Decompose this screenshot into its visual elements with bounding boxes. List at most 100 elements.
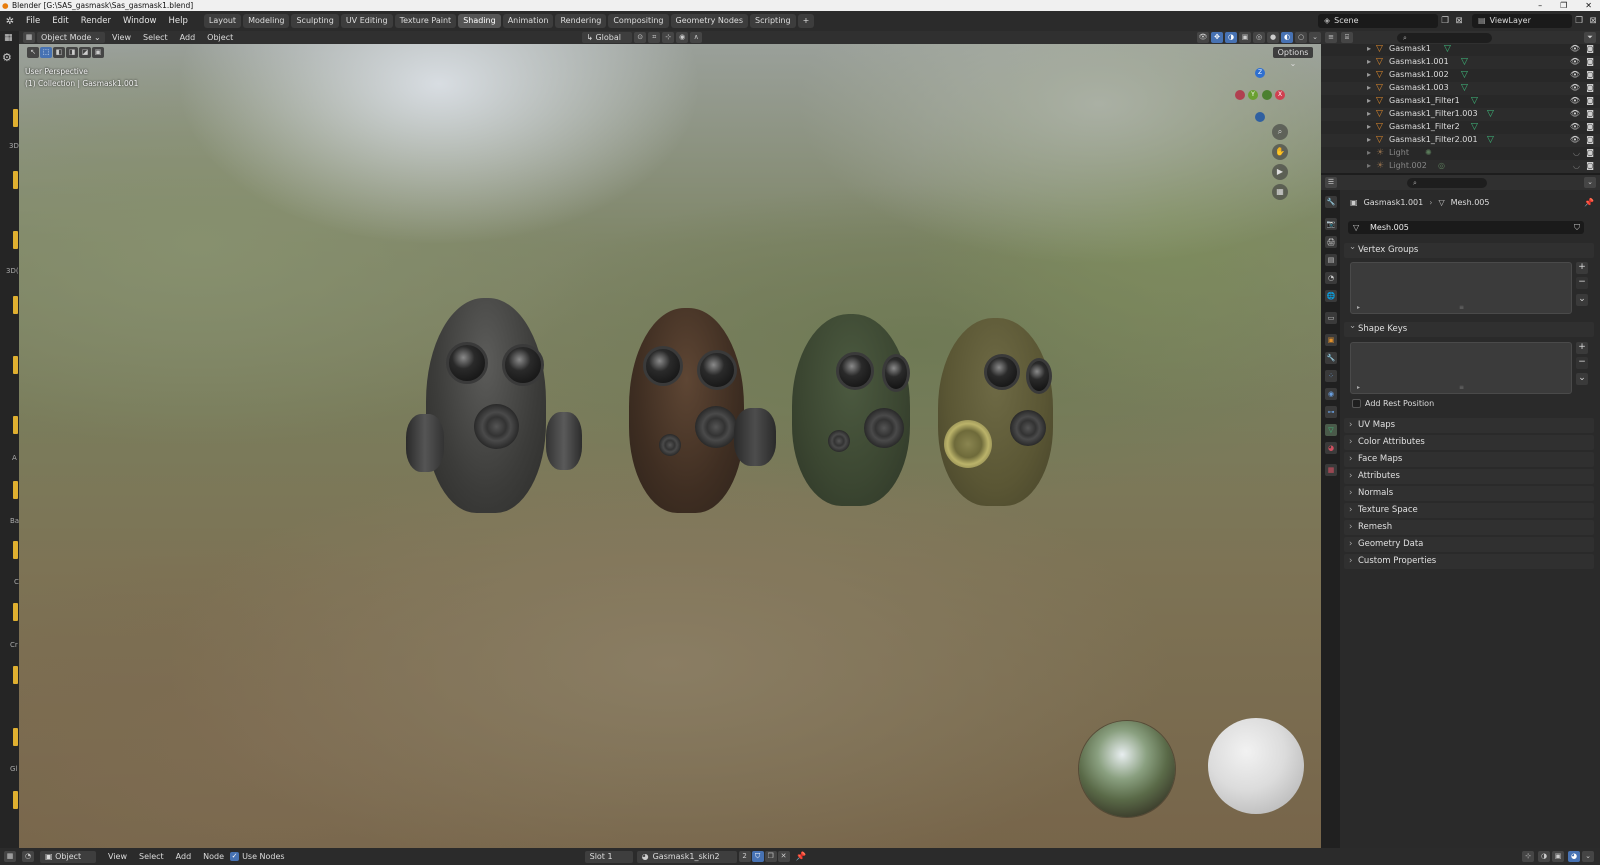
- filter-icon[interactable]: ⏷: [1584, 32, 1596, 43]
- properties-editor-type-icon[interactable]: ☰: [1325, 177, 1337, 188]
- minimize-button[interactable]: –: [1538, 0, 1542, 11]
- outliner-editor-type-icon[interactable]: ≡: [1325, 32, 1337, 43]
- shader-type-icon[interactable]: ◔: [22, 851, 34, 862]
- delete-scene-icon[interactable]: ⊠: [1452, 16, 1466, 26]
- fake-user-icon[interactable]: ⛉: [751, 851, 764, 862]
- delete-view-layer-icon[interactable]: ⊠: [1586, 16, 1600, 26]
- gizmo-x-axis[interactable]: X: [1275, 90, 1285, 100]
- node-options-icon[interactable]: ⌄: [1582, 851, 1594, 862]
- outliner-row[interactable]: ▸ ▽ Gasmask1_Filter1 ▽ 👁 ◙: [1321, 95, 1600, 108]
- eye-icon[interactable]: 👁: [1570, 95, 1580, 108]
- collection-tab-icon[interactable]: ▭: [1325, 312, 1337, 324]
- eye-icon[interactable]: 👁: [1570, 43, 1580, 56]
- properties-search-input[interactable]: ⌕: [1407, 177, 1487, 188]
- menu-help[interactable]: Help: [162, 11, 193, 31]
- eye-hidden-icon[interactable]: ◡: [1573, 147, 1580, 160]
- wireframe-shading-icon[interactable]: ◎: [1253, 32, 1265, 43]
- geometry-data-panel[interactable]: Geometry Data: [1344, 537, 1594, 552]
- outliner-row[interactable]: ▸ ▽ Gasmask1.002 ▽ 👁 ◙: [1321, 69, 1600, 82]
- new-view-layer-icon[interactable]: ❐: [1572, 16, 1586, 26]
- tab-sculpting[interactable]: Sculpting: [291, 14, 339, 28]
- gasmask-3[interactable]: [784, 312, 924, 512]
- tab-scripting[interactable]: Scripting: [749, 14, 796, 28]
- material-tab-icon[interactable]: ◕: [1325, 442, 1337, 454]
- camera-view-icon[interactable]: ▶: [1272, 164, 1288, 180]
- select-tool-icon[interactable]: ⚙: [2, 51, 12, 64]
- camera-icon[interactable]: ◙: [1586, 121, 1594, 134]
- close-button[interactable]: ✕: [1585, 0, 1592, 11]
- outliner-row[interactable]: ▸ ☀ Light ✺ ◡ ◙: [1321, 147, 1600, 160]
- list-expand-icon[interactable]: ▸: [1357, 304, 1360, 311]
- eye-icon[interactable]: 👁: [1570, 134, 1580, 147]
- tab-modeling[interactable]: Modeling: [243, 14, 290, 28]
- select-subtract-icon[interactable]: ◨: [66, 47, 78, 58]
- gizmo-z-axis[interactable]: Z: [1255, 68, 1265, 78]
- proportional-edit-icon[interactable]: ◉: [676, 32, 689, 43]
- shader-object-dropdown[interactable]: ▣ Object: [40, 850, 96, 863]
- uv-maps-panel[interactable]: UV Maps: [1344, 418, 1594, 433]
- gasmask-1[interactable]: [404, 294, 584, 524]
- viewport-menu-object[interactable]: Object: [202, 33, 238, 42]
- face-maps-panel[interactable]: Face Maps: [1344, 452, 1594, 467]
- new-scene-icon[interactable]: ❐: [1438, 16, 1452, 26]
- tab-animation[interactable]: Animation: [502, 14, 554, 28]
- camera-icon[interactable]: ◙: [1586, 147, 1594, 160]
- tab-compositing[interactable]: Compositing: [608, 14, 669, 28]
- mesh-name-field[interactable]: ▽ Mesh.005 ⛉: [1348, 221, 1584, 234]
- tweak-tool-icon[interactable]: ↖: [27, 47, 39, 58]
- gizmo-neg-x-axis[interactable]: [1235, 90, 1245, 100]
- constraints-tab-icon[interactable]: ⊶: [1325, 406, 1337, 418]
- texture-tab-icon[interactable]: ▦: [1325, 464, 1337, 476]
- shader-menu-add[interactable]: Add: [170, 852, 198, 861]
- modifier-tab-icon[interactable]: 🔧: [1325, 352, 1337, 364]
- gasmask-4[interactable]: [924, 316, 1064, 511]
- physics-tab-icon[interactable]: ◉: [1325, 388, 1337, 400]
- object-tab-icon[interactable]: ▣: [1325, 334, 1337, 346]
- camera-icon[interactable]: ◙: [1586, 43, 1594, 56]
- scene-selector[interactable]: ◈ Scene: [1318, 14, 1438, 28]
- gizmo-neg-z-axis[interactable]: [1255, 112, 1265, 122]
- snap-icon[interactable]: ⌗: [648, 32, 661, 43]
- add-vertex-group-button[interactable]: +: [1576, 262, 1588, 274]
- unlink-material-icon[interactable]: ✕: [777, 851, 790, 862]
- pan-hand-icon[interactable]: ✋: [1272, 144, 1288, 160]
- menu-render[interactable]: Render: [75, 11, 117, 31]
- camera-icon[interactable]: ◙: [1586, 69, 1594, 82]
- render-tab-icon[interactable]: 📷: [1325, 218, 1337, 230]
- backdrop-icon[interactable]: ▣: [1552, 851, 1564, 862]
- camera-icon[interactable]: ◙: [1586, 108, 1594, 121]
- view-layer-tab-icon[interactable]: ▤: [1325, 254, 1337, 266]
- camera-icon[interactable]: ◙: [1586, 82, 1594, 95]
- tab-uv-editing[interactable]: UV Editing: [340, 14, 393, 28]
- menu-window[interactable]: Window: [117, 11, 163, 31]
- shader-editor-type-icon[interactable]: ▦: [4, 851, 16, 862]
- overlay-toggle-icon[interactable]: ◑: [1225, 32, 1237, 43]
- list-expand-icon[interactable]: ▸: [1357, 384, 1360, 391]
- fake-user-shield-icon[interactable]: ⛉: [1574, 221, 1580, 234]
- outliner-row[interactable]: ▸ ▽ Gasmask1_Filter2.001 ▽ 👁 ◙: [1321, 134, 1600, 147]
- camera-icon[interactable]: ◙: [1586, 95, 1594, 108]
- mode-dropdown[interactable]: Object Mode ⌄: [37, 32, 105, 43]
- vertex-group-specials-button[interactable]: ⌄: [1576, 294, 1588, 306]
- camera-icon[interactable]: ◙: [1586, 160, 1594, 173]
- eye-hidden-icon[interactable]: ◡: [1573, 160, 1580, 173]
- 3d-viewport[interactable]: ↖ ⬚ ◧ ◨ ◪ ▣ User Perspective (1) Collect…: [19, 44, 1321, 848]
- rendered-shading-icon[interactable]: ○: [1295, 32, 1307, 43]
- viewport-menu-add[interactable]: Add: [175, 33, 201, 42]
- list-resize-grip-icon[interactable]: ≡: [1459, 384, 1464, 391]
- camera-icon[interactable]: ◙: [1586, 56, 1594, 69]
- outliner-row[interactable]: ▸ ☀ Light.002 ◎ ◡ ◙: [1321, 160, 1600, 173]
- visibility-icon[interactable]: 👁: [1197, 32, 1209, 43]
- viewport-menu-view[interactable]: View: [107, 33, 136, 42]
- tab-shading[interactable]: Shading: [458, 14, 501, 28]
- remove-vertex-group-button[interactable]: −: [1576, 277, 1588, 289]
- select-extend-icon[interactable]: ◧: [53, 47, 65, 58]
- pivot-point-icon[interactable]: ⊙: [634, 32, 647, 43]
- particles-tab-icon[interactable]: ⁘: [1325, 370, 1337, 382]
- eye-icon[interactable]: 👁: [1570, 56, 1580, 69]
- shape-keys-panel[interactable]: Shape Keys: [1344, 319, 1594, 337]
- shader-menu-view[interactable]: View: [102, 852, 133, 861]
- gizmo-neg-y-axis[interactable]: [1262, 90, 1272, 100]
- add-rest-position-row[interactable]: Add Rest Position: [1352, 399, 1434, 408]
- outliner-row[interactable]: ▸ ▽ Gasmask1_Filter2 ▽ 👁 ◙: [1321, 121, 1600, 134]
